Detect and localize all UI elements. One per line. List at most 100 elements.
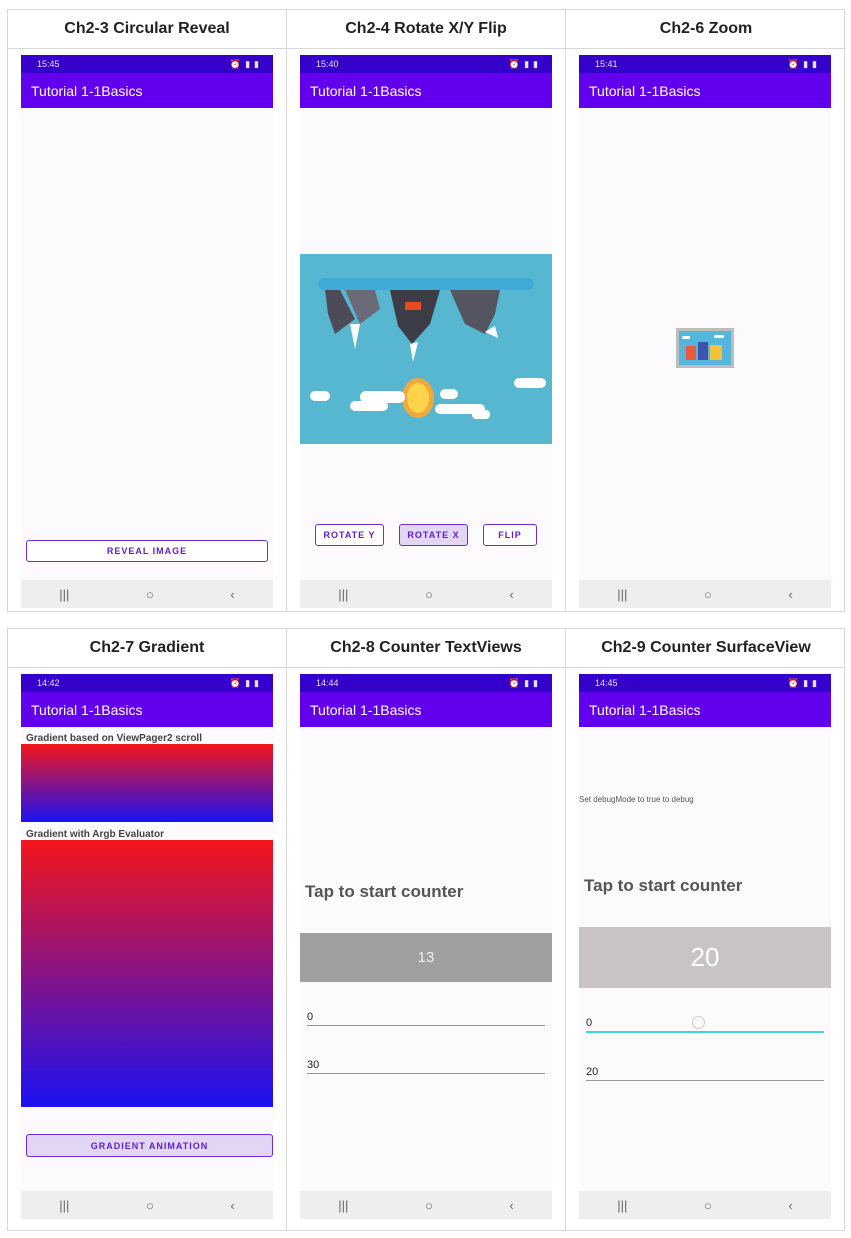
alarm-icon: ⏰ [508, 677, 521, 688]
signal-icon: ▮ [524, 677, 530, 688]
phone-screen: 15:40 ⏰ ▮ ▮ Tutorial 1-1Basics ROTATE Y … [300, 55, 552, 608]
panel-title: Ch2-8 Counter TextViews [287, 629, 565, 668]
rotate-x-button[interactable]: ROTATE X [399, 524, 468, 546]
counter-surface-display[interactable]: 20 [579, 927, 831, 988]
status-icons: ⏰ ▮ ▮ [509, 678, 538, 689]
phone-screen: 15:41 ⏰ ▮ ▮ Tutorial 1-1Basics ||| ○ ‹ [579, 55, 831, 608]
status-bar: 15:41 ⏰ ▮ ▮ [579, 55, 831, 73]
panel-title: Ch2-9 Counter SurfaceView [566, 629, 846, 668]
recents-icon[interactable]: ||| [59, 1198, 69, 1213]
app-bar-title: Tutorial 1-1Basics [300, 692, 552, 727]
gradient-scroll-view[interactable] [21, 744, 273, 822]
back-icon[interactable]: ‹ [230, 587, 234, 602]
status-icons: ⏰ ▮ ▮ [509, 59, 538, 70]
tap-to-start-text[interactable]: Tap to start counter [584, 876, 742, 896]
panel-title: Ch2-3 Circular Reveal [8, 10, 286, 49]
battery-icon: ▮ [533, 58, 538, 69]
panel-zoom: Ch2-6 Zoom 15:41 ⏰ ▮ ▮ Tutorial 1-1Basics … [566, 10, 846, 611]
flipped-landscape-image [300, 254, 552, 444]
status-time: 15:40 [316, 59, 339, 69]
tap-to-start-text[interactable]: Tap to start counter [305, 882, 463, 902]
phone-screen: 14:44 ⏰ ▮ ▮ Tutorial 1-1Basics Tap to star… [300, 674, 552, 1219]
back-icon[interactable]: ‹ [509, 587, 513, 602]
signal-icon: ▮ [245, 677, 251, 688]
alarm-icon: ⏰ [508, 58, 521, 69]
gradient-animation-button[interactable]: GRADIENT ANIMATION [26, 1134, 273, 1157]
status-time: 14:42 [37, 678, 60, 688]
phone-screen: 15:45 ⏰ ▮ ▮ Tutorial 1-1Basics REVEAL IMAG… [21, 55, 273, 608]
status-time: 14:45 [595, 678, 618, 688]
panel-rotate-flip: Ch2-4 Rotate X/Y Flip 15:40 ⏰ ▮ ▮ Tutorial… [287, 10, 566, 611]
status-icons: ⏰ ▮ ▮ [788, 678, 817, 689]
alarm-icon: ⏰ [787, 677, 800, 688]
rotate-y-button[interactable]: ROTATE Y [315, 524, 384, 546]
status-bar: 14:42 ⏰ ▮ ▮ [21, 674, 273, 692]
app-bar-title: Tutorial 1-1Basics [579, 73, 831, 108]
app-bar-title: Tutorial 1-1Basics [21, 692, 273, 727]
alarm-icon: ⏰ [229, 58, 242, 69]
battery-icon: ▮ [254, 677, 259, 688]
gradient-argb-label: Gradient with Argb Evaluator [26, 829, 164, 840]
counter-end-field[interactable]: 20 [586, 1066, 824, 1081]
panel-counter-surfaceview: Ch2-9 Counter SurfaceView 14:45 ⏰ ▮ ▮ Tuto… [566, 629, 846, 1230]
recents-icon[interactable]: ||| [338, 1198, 348, 1213]
status-bar: 14:44 ⏰ ▮ ▮ [300, 674, 552, 692]
app-bar-title: Tutorial 1-1Basics [300, 73, 552, 108]
flip-button[interactable]: FLIP [483, 524, 537, 546]
status-bar: 14:45 ⏰ ▮ ▮ [579, 674, 831, 692]
status-icons: ⏰ ▮ ▮ [788, 59, 817, 70]
home-icon[interactable]: ○ [146, 587, 154, 602]
counter-start-field[interactable]: 0 [586, 1017, 824, 1033]
nav-bar: ||| ○ ‹ [579, 1191, 831, 1219]
phone-screen: 14:45 ⏰ ▮ ▮ Tutorial 1-1Basics Set debugMo… [579, 674, 831, 1219]
status-icons: ⏰ ▮ ▮ [230, 59, 259, 70]
reveal-image-button[interactable]: REVEAL IMAGE [26, 540, 268, 562]
recents-icon[interactable]: ||| [59, 587, 69, 602]
panel-gradient: Ch2-7 Gradient 14:42 ⏰ ▮ ▮ Tutorial 1-1Bas… [8, 629, 287, 1230]
back-icon[interactable]: ‹ [788, 1198, 792, 1213]
status-time: 15:41 [595, 59, 618, 69]
home-icon[interactable]: ○ [146, 1198, 154, 1213]
counter-end-field[interactable]: 30 [307, 1059, 545, 1074]
counter-display[interactable]: 13 [300, 933, 552, 982]
battery-icon: ▮ [254, 58, 259, 69]
signal-icon: ▮ [245, 58, 251, 69]
panel-title: Ch2-4 Rotate X/Y Flip [287, 10, 565, 49]
home-icon[interactable]: ○ [425, 587, 433, 602]
app-bar-title: Tutorial 1-1Basics [579, 692, 831, 727]
panel-circular-reveal: Ch2-3 Circular Reveal 15:45 ⏰ ▮ ▮ Tutorial… [8, 10, 287, 611]
panel-title: Ch2-7 Gradient [8, 629, 286, 668]
back-icon[interactable]: ‹ [509, 1198, 513, 1213]
alarm-icon: ⏰ [229, 677, 242, 688]
app-bar-title: Tutorial 1-1Basics [21, 73, 273, 108]
nav-bar: ||| ○ ‹ [579, 580, 831, 608]
row-1: Ch2-3 Circular Reveal 15:45 ⏰ ▮ ▮ Tutorial… [7, 9, 846, 612]
status-time: 15:45 [37, 59, 60, 69]
recents-icon[interactable]: ||| [617, 587, 627, 602]
ripple-indicator [692, 1016, 705, 1029]
status-icons: ⏰ ▮ ▮ [230, 678, 259, 689]
alarm-icon: ⏰ [787, 58, 800, 69]
debug-mode-text: Set debugMode to true to debug [579, 795, 694, 804]
battery-icon: ▮ [812, 58, 817, 69]
recents-icon[interactable]: ||| [338, 587, 348, 602]
nav-bar: ||| ○ ‹ [21, 1191, 273, 1219]
panel-counter-textviews: Ch2-8 Counter TextViews 14:44 ⏰ ▮ ▮ Tutori… [287, 629, 566, 1230]
gradient-scroll-label: Gradient based on ViewPager2 scroll [26, 733, 202, 744]
nav-bar: ||| ○ ‹ [300, 1191, 552, 1219]
signal-icon: ▮ [803, 677, 809, 688]
home-icon[interactable]: ○ [425, 1198, 433, 1213]
counter-start-field[interactable]: 0 [307, 1011, 545, 1026]
back-icon[interactable]: ‹ [788, 587, 792, 602]
home-icon[interactable]: ○ [704, 1198, 712, 1213]
status-time: 14:44 [316, 678, 339, 688]
status-bar: 15:40 ⏰ ▮ ▮ [300, 55, 552, 73]
status-bar: 15:45 ⏰ ▮ ▮ [21, 55, 273, 73]
nav-bar: ||| ○ ‹ [300, 580, 552, 608]
recents-icon[interactable]: ||| [617, 1198, 627, 1213]
back-icon[interactable]: ‹ [230, 1198, 234, 1213]
zoom-thumbnail-image[interactable] [676, 328, 734, 368]
battery-icon: ▮ [812, 677, 817, 688]
panel-title: Ch2-6 Zoom [566, 10, 846, 49]
home-icon[interactable]: ○ [704, 587, 712, 602]
